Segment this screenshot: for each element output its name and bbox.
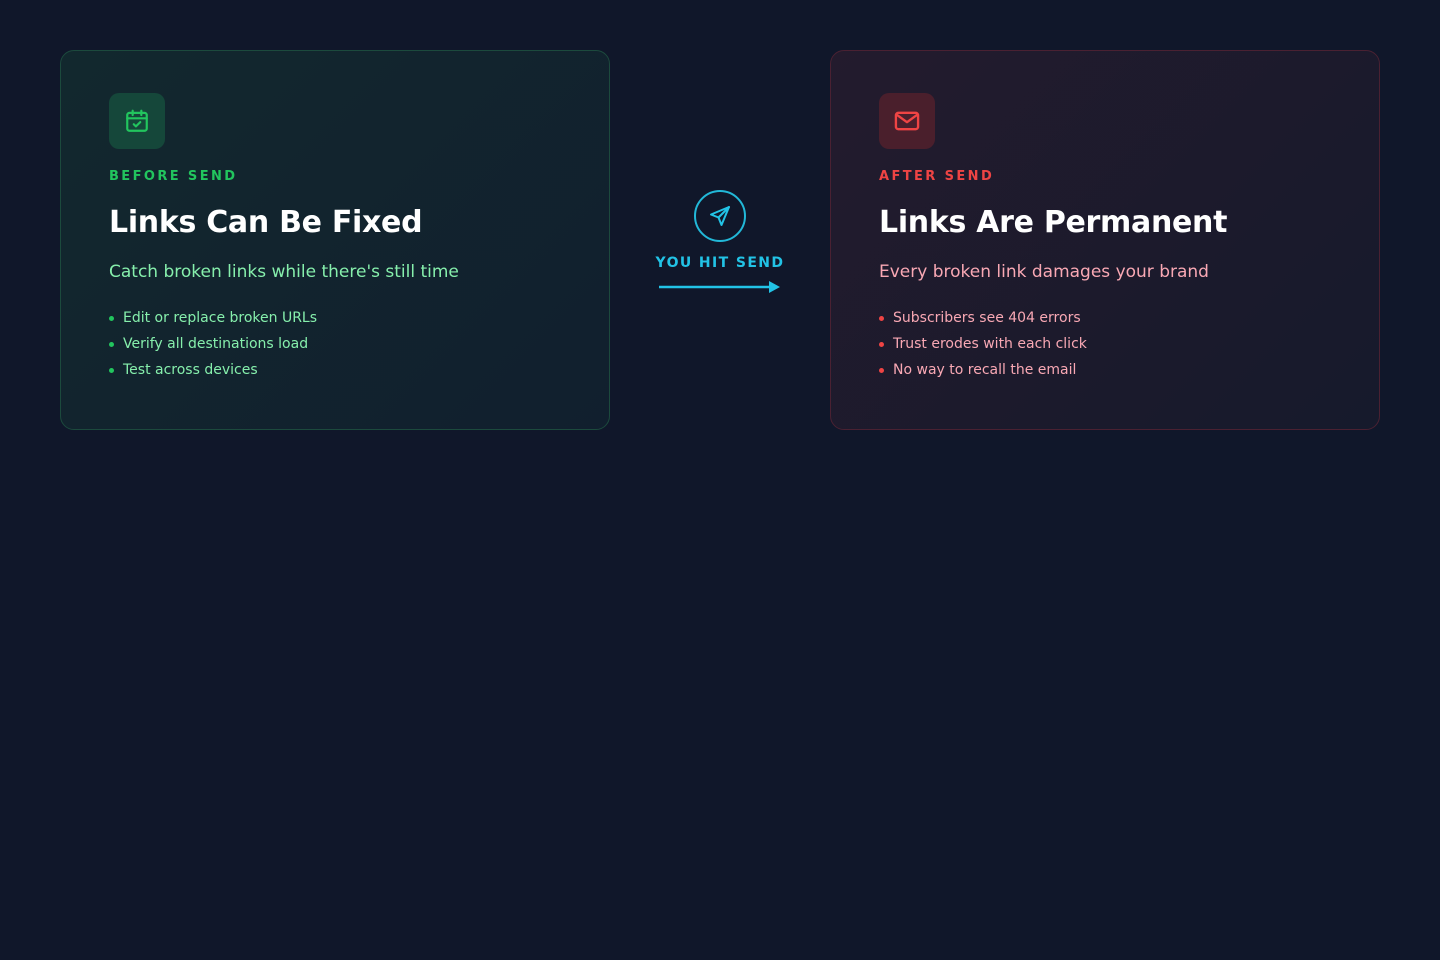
list-item-text: Edit or replace broken URLs [123,310,318,326]
bullet-dot-icon [879,316,884,321]
list-item: Trust erodes with each click [879,335,1331,353]
comparison-section: BEFORE SEND Links Can Be Fixed Catch bro… [0,0,1440,960]
bullet-dot-icon [879,368,884,373]
list-item-text: No way to recall the email [893,362,1077,378]
list-item: Edit or replace broken URLs [109,309,561,327]
after-title: Links Are Permanent [879,205,1228,240]
bullet-dot-icon [109,368,114,373]
after-send-card: AFTER SEND Links Are Permanent Every bro… [830,50,1380,430]
before-subtitle: Catch broken links while there's still t… [109,262,459,282]
list-item-text: Test across devices [123,362,258,378]
list-item: Subscribers see 404 errors [879,309,1331,327]
after-eyebrow: AFTER SEND [879,169,995,184]
before-send-card: BEFORE SEND Links Can Be Fixed Catch bro… [60,50,610,430]
calendar-check-icon [109,93,165,149]
bullet-dot-icon [879,342,884,347]
list-item: No way to recall the email [879,361,1331,379]
mail-icon [879,93,935,149]
send-transition: YOU HIT SEND [650,190,790,298]
list-item-text: Verify all destinations load [123,336,309,352]
before-points-list: Edit or replace broken URLs Verify all d… [109,309,561,379]
bullet-dot-icon [109,316,114,321]
before-title: Links Can Be Fixed [109,205,423,240]
list-item-text: Subscribers see 404 errors [893,310,1081,326]
list-item: Test across devices [109,361,561,379]
after-subtitle: Every broken link damages your brand [879,262,1209,282]
list-item-text: Trust erodes with each click [893,336,1087,352]
arrow-right-icon [657,279,781,298]
send-icon [694,190,746,242]
send-label: YOU HIT SEND [655,255,785,271]
bullet-dot-icon [109,342,114,347]
after-points-list: Subscribers see 404 errors Trust erodes … [879,309,1331,379]
list-item: Verify all destinations load [109,335,561,353]
before-eyebrow: BEFORE SEND [109,169,238,184]
